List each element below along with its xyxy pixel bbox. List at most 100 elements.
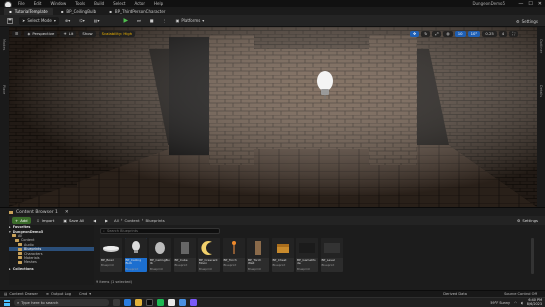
- tab-label: BP_ThirdPersonCharacter: [114, 8, 166, 14]
- modes-tab[interactable]: Modes: [2, 39, 6, 50]
- asset-search-input[interactable]: ⌕ Search Blueprints: [100, 228, 220, 234]
- weather-text[interactable]: 59°F Sunny: [490, 301, 510, 305]
- asset-tile[interactable]: BP_Bowl Blueprint: [100, 238, 122, 272]
- camera-speed-button[interactable]: 4: [498, 30, 508, 37]
- rotate-mode-button[interactable]: ↻: [421, 30, 431, 37]
- menu-help[interactable]: Help: [154, 1, 163, 6]
- settings-button[interactable]: ⚙ Settings: [513, 17, 541, 25]
- document-tab[interactable]: ▪ BP_ThirdPersonCharacter: [104, 8, 170, 15]
- world-local-button[interactable]: ◍: [443, 30, 453, 37]
- project-name: DungeonDemo5: [472, 1, 505, 6]
- asset-tile[interactable]: BP_Crescent Moon Blueprint: [198, 238, 220, 272]
- volume-icon[interactable]: ◖: [521, 301, 523, 305]
- level-viewport[interactable]: [9, 27, 537, 207]
- menu-window[interactable]: Window: [50, 1, 66, 6]
- asset-tile[interactable]: BP_Torch Wall Blueprint: [247, 238, 269, 272]
- edge-icon[interactable]: [124, 299, 131, 306]
- menu-actor[interactable]: Actor: [134, 1, 145, 6]
- skip-button[interactable]: ⏭: [134, 17, 144, 25]
- show-button[interactable]: Show: [79, 30, 96, 37]
- windows-start-icon[interactable]: [4, 299, 10, 306]
- asset-tile[interactable]: BP_Cube Blueprint: [173, 238, 196, 272]
- asset-tile[interactable]: BP_Chest Blueprint: [271, 238, 294, 272]
- translate-mode-button[interactable]: ✥: [410, 30, 420, 37]
- asset-type: Blueprint: [272, 263, 286, 268]
- asset-tile[interactable]: BP_GameMode Blueprint: [296, 238, 318, 272]
- content-drawer-button[interactable]: ▤ Content Drawer: [4, 292, 38, 296]
- save-all-button[interactable]: ▣ Save All: [60, 217, 87, 224]
- select-mode-button[interactable]: ➤ Select Mode ▾: [19, 16, 59, 25]
- menu-tools[interactable]: Tools: [75, 1, 85, 6]
- save-button[interactable]: [4, 17, 16, 25]
- cinematics-button[interactable]: ▤▾: [91, 17, 103, 25]
- forward-button[interactable]: ▶: [102, 217, 111, 224]
- content-browser-tab[interactable]: Content Browser 1 ✕: [9, 208, 69, 216]
- close-icon[interactable]: ✕: [65, 210, 69, 215]
- asset-tile[interactable]: BP_CeilingBulb Blueprint: [149, 238, 171, 272]
- wifi-icon[interactable]: ◠: [514, 301, 517, 305]
- folder-icon: [18, 256, 22, 260]
- scale-mode-button[interactable]: ⤢: [432, 30, 442, 37]
- asset-tile[interactable]: BP_Level Blueprint: [320, 238, 343, 272]
- main-toolbar: ➤ Select Mode ▾ ⊕▾ ⌬▾ ▤▾ ▶ ⏭ ■ ⋮ ▣ Platf…: [0, 15, 545, 27]
- output-log-button[interactable]: ≡ Output Log: [46, 292, 71, 296]
- scalability-warning[interactable]: Scalability: High: [98, 30, 136, 37]
- unreal-editor-icon[interactable]: [168, 299, 175, 306]
- tab-label: TutorialTemplate: [14, 8, 48, 14]
- folder-tree: ▸ Favorites ▾ DungeonDemo5 All Content Aud…: [9, 225, 94, 285]
- add-actor-button[interactable]: ⊕▾: [62, 17, 73, 25]
- menu-build[interactable]: Build: [94, 1, 104, 6]
- menu-file[interactable]: File: [18, 1, 25, 6]
- play-button[interactable]: ▶: [121, 17, 132, 25]
- asset-tile[interactable]: BP_Ceiling Bulb Blueprint: [124, 238, 147, 272]
- menu-bar: File Edit Window Tools Build Select Actor Help …: [0, 0, 545, 9]
- breadcrumb-item[interactable]: All: [114, 218, 119, 223]
- grid-snap-button[interactable]: 10: [454, 30, 466, 37]
- maximize-viewport-button[interactable]: ⛶: [509, 30, 518, 37]
- platforms-button[interactable]: ▣ Platforms ▾: [173, 17, 208, 25]
- collections-section[interactable]: ▸ Collections: [9, 267, 94, 271]
- task-view-icon[interactable]: [113, 299, 120, 306]
- asset-tile[interactable]: BP_Torch Blueprint: [222, 238, 245, 272]
- spotify-icon[interactable]: [157, 299, 164, 306]
- cube-icon: ◈: [27, 31, 31, 36]
- menu-edit[interactable]: Edit: [34, 1, 42, 6]
- arrow-left-icon: ◀: [93, 218, 97, 223]
- viewport-options-button[interactable]: ☰: [12, 30, 22, 37]
- add-button[interactable]: + Add: [12, 217, 31, 224]
- folder-tree-item[interactable]: Meshes: [9, 260, 94, 264]
- sun-icon: ☀: [63, 31, 67, 36]
- folder-icon: [18, 243, 22, 247]
- lit-button[interactable]: ☀ Lit: [60, 30, 77, 37]
- chrome-icon[interactable]: [179, 299, 186, 306]
- play-options-button[interactable]: ⋮: [160, 17, 170, 25]
- epic-games-icon[interactable]: [146, 299, 153, 306]
- place-tab[interactable]: Place: [2, 85, 6, 94]
- breadcrumb-item[interactable]: Content: [125, 218, 140, 223]
- document-tab[interactable]: ▪ TutorialTemplate: [4, 7, 53, 15]
- search-icon: ⌕: [17, 300, 20, 305]
- clock[interactable]: 6:40 PM 8/6/2023: [527, 298, 542, 306]
- document-tab[interactable]: ▪ BP_CeilingBulb: [56, 8, 101, 15]
- perspective-button[interactable]: ◈ Perspective: [24, 30, 58, 37]
- details-tab[interactable]: Details: [539, 85, 543, 97]
- cmd-button[interactable]: Cmd ▾: [79, 292, 91, 296]
- file-explorer-icon[interactable]: [135, 299, 142, 306]
- derived-data-button[interactable]: Derived Data: [443, 292, 467, 296]
- back-button[interactable]: ◀: [90, 217, 99, 224]
- outliner-tab[interactable]: Outliner: [539, 39, 543, 53]
- angle-snap-button[interactable]: 10°: [467, 30, 481, 37]
- asset-type: Blueprint: [174, 263, 188, 268]
- breadcrumb-item[interactable]: Blueprints: [145, 218, 164, 223]
- taskbar-search-input[interactable]: ⌕ Type here to search: [14, 299, 109, 306]
- chevron-down-icon: ▾: [89, 292, 92, 296]
- source-control-button[interactable]: Source Control Off: [504, 292, 537, 296]
- stop-button[interactable]: ■: [147, 17, 157, 25]
- scale-snap-button[interactable]: 0.25: [482, 30, 497, 37]
- app-icon[interactable]: [190, 299, 197, 306]
- menu-select[interactable]: Select: [113, 1, 125, 6]
- blueprints-button[interactable]: ⌬▾: [76, 17, 88, 25]
- import-button[interactable]: ⇩ Import: [34, 217, 58, 224]
- asset-scrollbar[interactable]: [531, 238, 534, 274]
- cb-settings-button[interactable]: ⚙ Settings: [514, 217, 541, 224]
